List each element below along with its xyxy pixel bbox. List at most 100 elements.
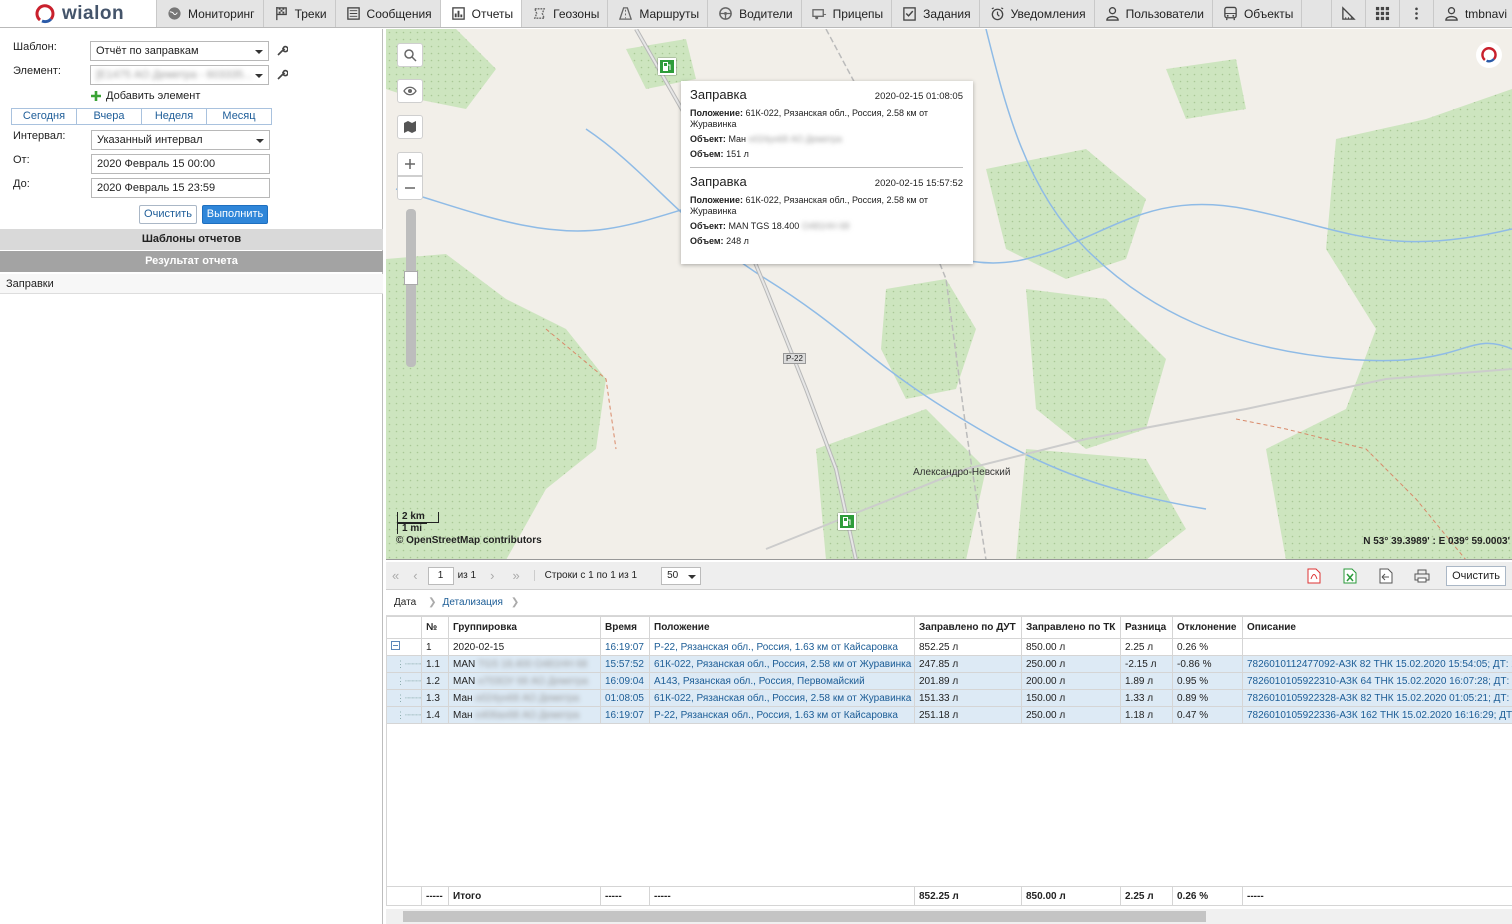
cell-time[interactable]: 16:19:07 xyxy=(600,706,650,724)
clear-button[interactable]: Очистить xyxy=(139,205,197,224)
table-row[interactable]: ⋮┈┈┈ 1.4 Ман о406ах68 АО Деметра 16:19:07 Р-… xyxy=(386,706,1512,724)
period-today-button[interactable]: Сегодня xyxy=(12,109,77,124)
col-num[interactable]: № xyxy=(421,616,449,639)
zoom-slider-handle[interactable] xyxy=(404,271,418,285)
interval-select[interactable]: Указанный интервал xyxy=(91,130,270,150)
cell-time[interactable]: 15:57:52 xyxy=(600,655,650,673)
element-select[interactable]: [E1475 АО Деметра - 603335... xyxy=(90,65,269,85)
nav-user[interactable]: Пользователи xyxy=(1095,0,1213,27)
cell-description[interactable]: 7826010105922310-АЗК 64 ТНК 15.02.2020 1… xyxy=(1242,672,1512,690)
cell-time[interactable]: 01:08:05 xyxy=(600,689,650,707)
fuel-station-marker[interactable] xyxy=(658,58,676,75)
print-button[interactable] xyxy=(1404,569,1440,583)
tab-date[interactable]: Дата xyxy=(394,597,416,608)
nav-globe[interactable]: Мониторинг xyxy=(157,0,264,27)
period-yesterday-button[interactable]: Вчера xyxy=(77,109,142,124)
prev-page-button[interactable]: ‹ xyxy=(413,568,417,583)
wialon-compass-button[interactable] xyxy=(1476,42,1502,68)
col-position[interactable]: Положение xyxy=(649,616,915,639)
nav-bus[interactable]: Объекты xyxy=(1213,0,1303,27)
map-visibility-button[interactable] xyxy=(397,79,423,103)
wialon-logo[interactable]: wialon xyxy=(0,0,157,27)
fuel-station-marker[interactable] xyxy=(838,513,856,530)
col-difference[interactable]: Разница xyxy=(1120,616,1173,639)
cell-time[interactable]: 16:19:07 xyxy=(600,638,650,656)
col-deviation[interactable]: Отклонение xyxy=(1172,616,1243,639)
cell-position[interactable]: 61К-022, Рязанская обл., Россия, 2.58 км… xyxy=(649,655,915,673)
nav-route[interactable]: Маршруты xyxy=(608,0,709,27)
col-time[interactable]: Время xyxy=(600,616,650,639)
report-icon xyxy=(451,7,465,20)
zoom-slider[interactable] xyxy=(406,209,416,367)
period-month-button[interactable]: Месяц xyxy=(207,109,271,124)
result-item-refuels[interactable]: Заправки xyxy=(0,274,383,294)
cell-time[interactable]: 16:09:04 xyxy=(600,672,650,690)
cell-position[interactable]: 61К-022, Рязанская обл., Россия, 2.58 км… xyxy=(649,689,915,707)
ruler-button[interactable] xyxy=(1330,0,1365,27)
run-report-button[interactable]: Выполнить xyxy=(202,205,268,224)
route-icon xyxy=(619,7,633,20)
table-group-row[interactable]: 1 2020-02-15 16:19:07 Р-22, Рязанская об… xyxy=(386,638,1512,656)
report-settings-panel: Шаблон: Отчёт по заправкам Элемент: [E14… xyxy=(0,29,383,924)
scrollbar-thumb[interactable] xyxy=(403,911,1206,922)
zoom-in-button[interactable] xyxy=(397,152,423,176)
nav-trailer[interactable]: Прицепы xyxy=(802,0,893,27)
map-layers-button[interactable] xyxy=(397,115,423,139)
add-element-link[interactable]: Добавить элемент xyxy=(90,90,200,102)
from-date-input[interactable]: 2020 Февраль 15 00:00 xyxy=(91,154,270,174)
report-result-header[interactable]: Результат отчета xyxy=(0,251,383,272)
first-page-button[interactable]: « xyxy=(392,568,399,583)
nav-geofence[interactable]: Геозоны xyxy=(522,0,609,27)
export-excel-button[interactable] xyxy=(1332,568,1368,584)
export-file-button[interactable] xyxy=(1368,568,1404,584)
eye-icon xyxy=(403,86,417,96)
cell-deviation: 0.26 % xyxy=(1172,886,1243,906)
nav-task[interactable]: Задания xyxy=(892,0,980,27)
cell-position[interactable]: А143, Рязанская обл., Россия, Первомайск… xyxy=(649,672,915,690)
cell-description[interactable]: 7826010112477092-АЗК 82 ТНК 15.02.2020 1… xyxy=(1242,655,1512,673)
nav-clock[interactable]: Уведомления xyxy=(980,0,1095,27)
geofence-icon xyxy=(533,8,546,19)
cell-description[interactable]: 7826010105922328-АЗК 82 ТНК 15.02.2020 0… xyxy=(1242,689,1512,707)
next-page-button[interactable]: › xyxy=(490,568,494,583)
export-pdf-button[interactable] xyxy=(1296,568,1332,584)
wrench-icon[interactable] xyxy=(276,45,288,57)
horizontal-scrollbar[interactable] xyxy=(386,909,1512,924)
zoom-out-button[interactable] xyxy=(397,176,423,200)
col-refueled-dut[interactable]: Заправлено по ДУТ xyxy=(914,616,1022,639)
more-menu-button[interactable] xyxy=(1398,0,1433,27)
report-templates-header[interactable]: Шаблоны отчетов xyxy=(0,229,383,250)
map-attribution[interactable]: © OpenStreetMap contributors xyxy=(396,535,542,546)
user-menu[interactable]: tmbnavi xyxy=(1432,0,1512,27)
table-row[interactable]: ⋮┈┈┈ 1.2 MAN н703ОУ 68 АО Деметра 16:09:04 А… xyxy=(386,672,1512,690)
rows-per-page-select[interactable]: 50 xyxy=(661,566,702,585)
nav-list[interactable]: Сообщения xyxy=(336,0,441,27)
col-grouping[interactable]: Группировка xyxy=(448,616,601,639)
add-element-label: Добавить элемент xyxy=(106,90,201,102)
table-row[interactable]: ⋮┈┈┈ 1.1 MAN TGS 18.400 О481НН 68 15:57:52 6… xyxy=(386,655,1512,673)
template-select[interactable]: Отчёт по заправкам xyxy=(90,41,269,61)
nav-report[interactable]: Отчеты xyxy=(440,0,523,27)
element-select-value: [E1475 АО Деметра - 603335... xyxy=(96,69,253,81)
steering-wheel-icon xyxy=(719,7,732,20)
collapse-toggle[interactable] xyxy=(386,638,422,656)
page-input[interactable]: 1 xyxy=(427,566,454,585)
table-clear-button[interactable]: Очистить xyxy=(1446,565,1506,586)
nav-steering-wheel[interactable]: Водители xyxy=(708,0,802,27)
map-view[interactable]: Р-22 Александро-Невский Заправка 2020-02-… xyxy=(386,29,1512,560)
col-refueled-tk[interactable]: Заправлено по ТК xyxy=(1021,616,1121,639)
cell-position[interactable]: Р-22, Рязанская обл., Россия, 1.63 км от… xyxy=(649,706,915,724)
col-description[interactable]: Описание xyxy=(1242,616,1512,639)
popup-object: Ман xyxy=(728,134,747,144)
map-search-button[interactable] xyxy=(397,43,423,67)
cell-position[interactable]: Р-22, Рязанская обл., Россия, 1.63 км от… xyxy=(649,638,915,656)
cell-description[interactable]: 7826010105922336-АЗК 162 ТНК 15.02.2020 … xyxy=(1242,706,1512,724)
table-row[interactable]: ⋮┈┈┈ 1.3 Ман н024ун68 АО Деметра 01:08:05 61… xyxy=(386,689,1512,707)
last-page-button[interactable]: » xyxy=(512,568,519,583)
nav-flag[interactable]: Треки xyxy=(264,0,336,27)
wrench-icon[interactable] xyxy=(276,69,288,81)
apps-button[interactable] xyxy=(1364,0,1399,27)
tab-details[interactable]: Детализация xyxy=(443,597,503,608)
to-date-input[interactable]: 2020 Февраль 15 23:59 xyxy=(91,178,270,198)
period-week-button[interactable]: Неделя xyxy=(142,109,207,124)
